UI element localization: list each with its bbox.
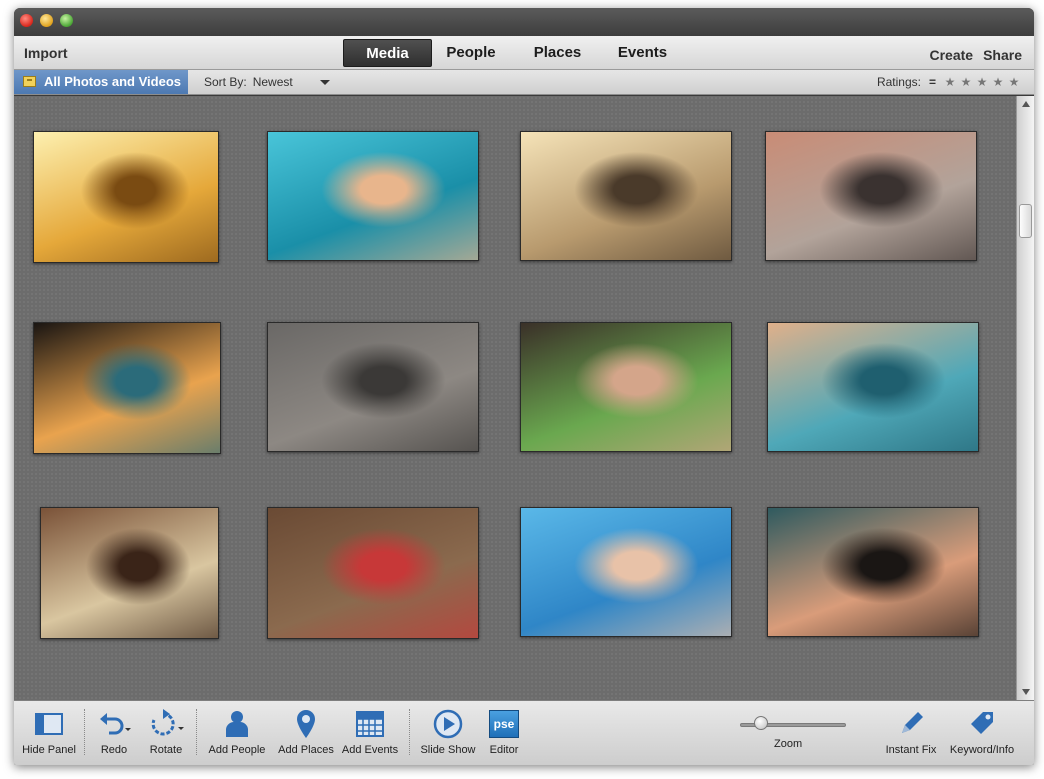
instant-fix-button[interactable]: Instant Fix <box>880 707 942 756</box>
sort-by-control[interactable]: Sort By: Newest <box>204 75 293 89</box>
ratings-operator[interactable]: = <box>929 75 936 89</box>
add-places-button[interactable]: Add Places <box>276 707 336 756</box>
pencil-icon <box>880 707 942 741</box>
play-icon <box>418 707 478 741</box>
media-grid <box>14 96 1016 700</box>
close-window-button[interactable] <box>20 14 33 27</box>
keyword-info-label: Keyword/Info <box>949 744 1015 756</box>
bottom-toolbar: Hide Panel Redo Rotate Add People Add Pl… <box>14 700 1034 765</box>
scroll-up-arrow-icon[interactable] <box>1022 101 1030 107</box>
photo-thumbnail-toddler-surprised[interactable] <box>767 507 979 637</box>
chevron-down-icon[interactable] <box>320 80 330 85</box>
calendar-icon <box>340 707 400 741</box>
photo-thumbnail-woman-green-stripes[interactable] <box>520 322 732 452</box>
slide-show-label: Slide Show <box>420 744 476 756</box>
toolbar-divider <box>409 709 410 755</box>
panel-icon <box>18 707 80 741</box>
scroll-thumb[interactable] <box>1019 204 1032 238</box>
rotate-label: Rotate <box>149 744 183 756</box>
add-people-button[interactable]: Add People <box>206 707 268 756</box>
view-tabs: Media People Places Events <box>343 39 680 67</box>
person-icon <box>206 707 268 741</box>
ratings-filter: Ratings: = ★ ★ ★ ★ ★ <box>877 75 1020 89</box>
toolbar-divider <box>196 709 197 755</box>
scroll-down-arrow-icon[interactable] <box>1022 689 1030 695</box>
zoom-label: Zoom <box>774 738 803 750</box>
photo-thumbnail-kids-reading-book[interactable] <box>33 322 221 454</box>
tab-people[interactable]: People <box>432 39 510 67</box>
hide-panel-label: Hide Panel <box>22 744 76 756</box>
editor-label: Editor <box>489 744 519 756</box>
sort-by-label: Sort By: <box>204 75 247 89</box>
keyword-info-button[interactable]: Keyword/Info <box>946 707 1018 756</box>
minimize-window-button[interactable] <box>40 14 53 27</box>
photo-thumbnail-woman-wooden-fence[interactable] <box>267 507 479 639</box>
rotate-icon <box>146 707 186 741</box>
tab-places[interactable]: Places <box>510 39 605 67</box>
star-icon[interactable]: ★ <box>944 75 956 89</box>
share-button[interactable]: Share <box>983 47 1022 63</box>
add-events-label: Add Events <box>341 744 399 756</box>
tab-media[interactable]: Media <box>343 39 432 67</box>
nav-actions: Create Share <box>929 47 1022 63</box>
rotate-button[interactable]: Rotate <box>146 707 186 756</box>
add-people-label: Add People <box>208 744 266 756</box>
album-selector[interactable]: All Photos and Videos <box>14 70 188 94</box>
vertical-scrollbar[interactable] <box>1016 96 1034 700</box>
add-events-button[interactable]: Add Events <box>340 707 400 756</box>
tag-icon <box>946 707 1018 741</box>
filter-bar: All Photos and Videos Sort By: Newest Rat… <box>14 70 1034 95</box>
hide-panel-button[interactable]: Hide Panel <box>18 707 80 756</box>
title-bar <box>14 8 1034 36</box>
photo-thumbnail-woman-rail-sunset[interactable] <box>520 131 732 261</box>
star-icon[interactable]: ★ <box>960 75 972 89</box>
redo-button[interactable]: Redo <box>94 707 134 756</box>
toolbar-divider <box>84 709 85 755</box>
star-icon[interactable]: ★ <box>976 75 988 89</box>
photo-thumbnail-girl-goggles-pool[interactable] <box>267 131 479 261</box>
slide-show-button[interactable]: Slide Show <box>418 707 478 756</box>
editor-button[interactable]: pse Editor <box>484 707 524 756</box>
zoom-slider-thumb[interactable] <box>754 716 769 730</box>
photo-thumbnail-woman-palm-trees[interactable] <box>765 131 977 261</box>
app-window: Import Media People Places Events Create… <box>14 8 1034 765</box>
photo-thumbnail-tabby-cat[interactable] <box>267 322 479 452</box>
redo-label: Redo <box>100 744 128 756</box>
star-icon[interactable]: ★ <box>992 75 1004 89</box>
add-places-label: Add Places <box>278 744 334 756</box>
photo-thumbnail-girl-underwater[interactable] <box>520 507 732 637</box>
album-icon <box>23 76 36 87</box>
map-pin-icon <box>276 707 336 741</box>
top-nav: Import Media People Places Events Create… <box>14 36 1034 70</box>
album-label: All Photos and Videos <box>44 74 182 89</box>
tab-events[interactable]: Events <box>605 39 680 67</box>
ratings-label: Ratings: <box>876 75 921 89</box>
create-button[interactable]: Create <box>929 47 973 63</box>
star-icon[interactable]: ★ <box>1008 75 1020 89</box>
photo-thumbnail-ducks-lake[interactable] <box>767 322 979 452</box>
undo-arrow-icon <box>94 707 134 741</box>
sort-by-value: Newest <box>252 75 293 89</box>
instant-fix-label: Instant Fix <box>885 744 937 756</box>
zoom-window-button[interactable] <box>60 14 73 27</box>
photo-thumbnail-woman-old-truck[interactable] <box>40 507 219 639</box>
import-button[interactable]: Import <box>24 45 68 61</box>
photoshop-elements-icon: pse <box>489 710 519 738</box>
photo-thumbnail-kitchen-shelves[interactable] <box>33 131 219 263</box>
